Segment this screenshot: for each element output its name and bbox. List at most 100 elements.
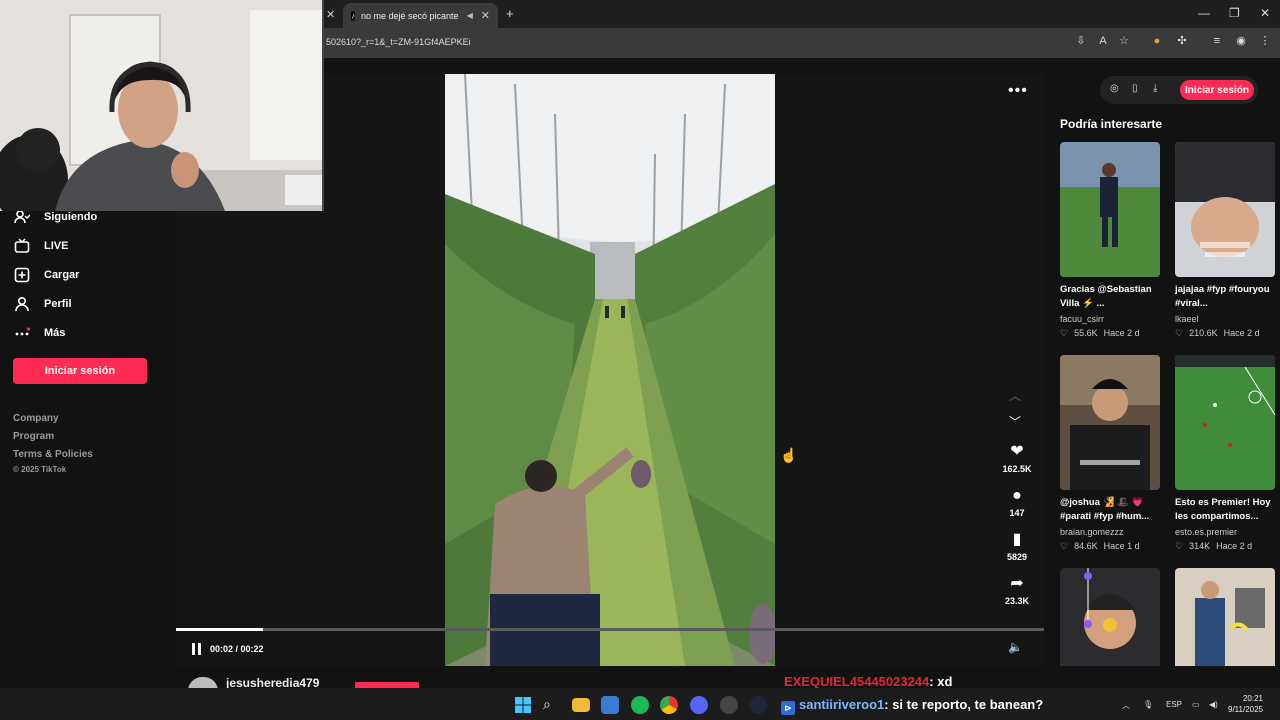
pause-icon[interactable] xyxy=(191,643,203,655)
search-icon[interactable]: ⌕ xyxy=(543,696,561,714)
install-icon[interactable]: ⇩ xyxy=(1074,34,1088,48)
chat-username: santiiriveroo1 xyxy=(799,697,885,712)
compass-icon[interactable]: ◎ xyxy=(1110,83,1119,94)
url-text[interactable]: 502610?_r=1&_t=ZM-91Gf4AEPKEi xyxy=(326,37,471,47)
star-icon[interactable]: ☆ xyxy=(1117,34,1131,48)
card-age: Hace 1 d xyxy=(1103,541,1140,551)
sidebar-item-more[interactable]: Más xyxy=(14,323,65,343)
discord-icon[interactable] xyxy=(690,696,708,714)
tray-chevron-icon[interactable]: ︿ xyxy=(1122,700,1130,711)
puzzle-icon[interactable]: ✣ xyxy=(1175,34,1189,48)
tiktok-favicon-icon: ♪ xyxy=(351,10,355,21)
minimize-icon[interactable]: — xyxy=(1198,6,1210,20)
plus-icon[interactable]: + xyxy=(506,6,514,21)
playback-time: 00:02 / 00:22 xyxy=(210,644,264,654)
like-action[interactable]: ❤ 162.5K xyxy=(996,442,1038,474)
webcam-overlay xyxy=(0,0,324,211)
progress-bar[interactable] xyxy=(176,628,1044,631)
card-caption: Gracias @Sebastian Villa ⚡ ... xyxy=(1060,284,1152,309)
language-indicator[interactable]: ESP xyxy=(1166,700,1182,709)
bookmark-icon: ▮ xyxy=(1012,531,1022,548)
extension-color-icon[interactable]: ● xyxy=(1150,34,1164,48)
steam-icon[interactable] xyxy=(749,696,767,714)
chat-username: EXEQUIEL45445023244 xyxy=(784,674,930,689)
download-icon[interactable]: ⤓ xyxy=(1153,83,1157,94)
speaker-tray-icon[interactable]: ◀) xyxy=(1209,700,1218,709)
sidebar-item-profile[interactable]: Perfil xyxy=(14,294,72,314)
bookmark-count: 5829 xyxy=(1006,552,1028,562)
sidebar-login-button[interactable]: Iniciar sesión xyxy=(13,358,147,384)
card-thumbnail xyxy=(1175,355,1275,490)
windows-start-icon[interactable] xyxy=(514,696,532,714)
recommendation-card[interactable]: @joshua 🧏 🎩 💗 #parati #fyp #hum... braia… xyxy=(1060,355,1160,552)
recommendation-card[interactable]: Gracias @Sebastian Villa ⚡ ... facuu_csi… xyxy=(1060,142,1160,339)
system-clock[interactable]: 20:21 9/11/2025 xyxy=(1228,693,1263,715)
close-window-icon[interactable]: ✕ xyxy=(1260,6,1270,20)
video-player[interactable] xyxy=(445,74,775,666)
footer-link-program[interactable]: Program xyxy=(13,431,54,442)
comment-count: 147 xyxy=(1009,508,1025,518)
sidebar-item-upload[interactable]: Cargar xyxy=(14,265,79,285)
app-icon[interactable] xyxy=(720,696,738,714)
sidebar-item-label: Más xyxy=(44,327,66,339)
bookmark-action[interactable]: ▮ 5829 xyxy=(996,530,1038,562)
chat-text: : si te reporto, te banean? xyxy=(884,697,1044,712)
recommendation-card[interactable]: Esto es Premier! Hoy les compartimos... … xyxy=(1175,355,1275,552)
copyright-text: © 2025 TikTok xyxy=(13,465,67,474)
sidebar-item-label: Cargar xyxy=(44,269,80,281)
card-author[interactable]: esto.es.premier xyxy=(1175,527,1275,537)
clock-time: 20:21 xyxy=(1242,694,1263,703)
comment-action[interactable]: ● 147 xyxy=(996,486,1038,518)
chrome-icon[interactable] xyxy=(660,696,678,714)
card-author[interactable]: braian.gomezzz xyxy=(1060,527,1160,537)
chat-badge-icon: ⊳ xyxy=(781,701,795,715)
card-author[interactable]: lkaeel xyxy=(1175,314,1275,324)
restore-icon[interactable]: ❐ xyxy=(1229,6,1240,20)
microphone-icon[interactable]: 🎙 xyxy=(1143,700,1153,709)
active-tab[interactable]: ♪ no me dejé secó picante ◀ ✕ xyxy=(343,3,498,28)
video-frame-image xyxy=(445,74,775,666)
webcam-border xyxy=(322,0,324,211)
card-likes: 210.6K xyxy=(1189,328,1218,338)
sidebar-item-label: LIVE xyxy=(44,240,69,252)
hand-cursor-icon: ☝ xyxy=(780,447,798,463)
close-tab-icon[interactable]: ✕ xyxy=(481,9,490,22)
display-icon[interactable]: ▭ xyxy=(1192,700,1200,709)
clock-date: 9/11/2025 xyxy=(1228,705,1263,714)
heart-outline-icon: ♡ xyxy=(1060,541,1069,551)
more-icon xyxy=(14,325,31,341)
card-age: Hace 2 d xyxy=(1103,328,1140,338)
kebab-menu-icon[interactable]: ⋮ xyxy=(1258,34,1272,48)
phone-icon[interactable]: ▯ xyxy=(1132,83,1138,94)
card-caption: jajajaa #fyp #fouryou #viral... xyxy=(1175,284,1270,309)
footer-link-terms[interactable]: Terms & Policies xyxy=(13,449,93,460)
card-likes: 55.6K xyxy=(1074,328,1098,338)
share-action[interactable]: ➦ 23.3K xyxy=(996,574,1038,606)
card-author[interactable]: facuu_csirr xyxy=(1060,314,1160,324)
more-options-icon[interactable]: ••• xyxy=(1008,82,1028,100)
chevron-down-icon[interactable]: ﹀ xyxy=(1009,413,1021,430)
recommendation-card[interactable]: jajajaa #fyp #fouryou #viral... lkaeel ♡… xyxy=(1175,142,1275,339)
media-icon[interactable]: ≡ xyxy=(1210,34,1224,48)
chat-message: EXEQUIEL45445023244: xd xyxy=(784,674,952,689)
account-icon[interactable]: ◉ xyxy=(1234,34,1248,48)
file-explorer-icon[interactable] xyxy=(572,698,590,712)
close-tab-icon[interactable]: ✕ xyxy=(326,8,335,21)
share-count: 23.3K xyxy=(1004,596,1030,606)
store-icon[interactable] xyxy=(601,696,619,714)
sidebar-item-live[interactable]: LIVE xyxy=(14,236,68,256)
chevron-up-icon[interactable]: ︿ xyxy=(1009,387,1021,404)
sidebar-item-label: Perfil xyxy=(44,298,72,310)
card-likes: 314K xyxy=(1189,541,1211,551)
card-stats: ♡ 314K Hace 2 d xyxy=(1175,541,1275,552)
speaker-icon: ◀ xyxy=(466,11,473,20)
translate-icon[interactable]: A xyxy=(1096,34,1110,48)
spotify-icon[interactable] xyxy=(631,696,649,714)
header-login-button[interactable]: Iniciar sesión xyxy=(1180,80,1254,100)
footer-link-company[interactable]: Company xyxy=(13,413,59,424)
like-count: 162.5K xyxy=(1002,464,1032,474)
following-icon xyxy=(14,209,31,225)
volume-icon[interactable]: 🔈 xyxy=(1008,640,1023,654)
card-thumbnail xyxy=(1060,142,1160,277)
comment-icon: ● xyxy=(1012,487,1022,504)
